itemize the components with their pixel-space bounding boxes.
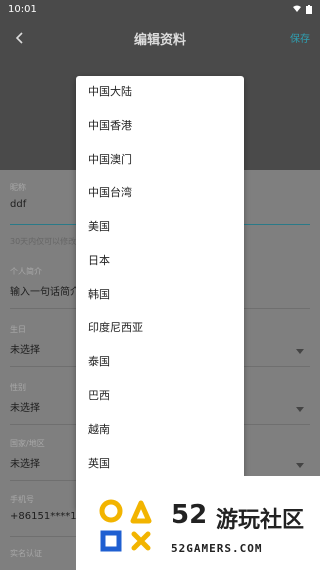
- dropdown-option[interactable]: 巴西: [88, 387, 110, 403]
- watermark-domain: 52GAMERS.COM: [171, 542, 263, 555]
- page-title: 编辑资料: [133, 32, 186, 48]
- app-header: 编辑资料 保存: [0, 18, 320, 58]
- dropdown-option[interactable]: 中国大陆: [88, 83, 132, 99]
- dropdown-option[interactable]: 泰国: [88, 353, 110, 369]
- dropdown-option[interactable]: 中国澳门: [88, 151, 132, 167]
- status-bar: 10:01: [0, 0, 320, 18]
- save-button[interactable]: 保存: [290, 30, 310, 45]
- brand-watermark: 52 游玩社区 52GAMERS.COM: [76, 476, 320, 570]
- status-time: 10:01: [8, 3, 37, 15]
- dropdown-option[interactable]: 越南: [88, 421, 110, 437]
- dropdown-option[interactable]: 美国: [88, 218, 110, 234]
- region-dropdown: 中国大陆 中国香港 中国澳门 中国台湾 美国 日本 韩国 印度尼西亚 泰国 巴西…: [76, 76, 244, 510]
- watermark-number: 52: [171, 500, 208, 530]
- watermark-text: 游玩社区: [216, 508, 305, 533]
- dropdown-option[interactable]: 中国台湾: [88, 184, 132, 200]
- wifi-icon: [293, 5, 301, 12]
- battery-icon: [306, 4, 312, 14]
- dropdown-option[interactable]: 韩国: [88, 286, 110, 302]
- chevron-down-icon[interactable]: [296, 407, 304, 412]
- chevron-down-icon[interactable]: [296, 349, 304, 354]
- back-arrow-icon: [15, 32, 23, 44]
- brand-logo-icon: [99, 499, 152, 552]
- dropdown-option[interactable]: 中国香港: [88, 117, 132, 133]
- chevron-down-icon[interactable]: [296, 463, 304, 468]
- dropdown-option[interactable]: 印度尼西亚: [88, 319, 143, 335]
- system-icons: [292, 4, 312, 14]
- dropdown-option[interactable]: 日本: [88, 252, 110, 268]
- dropdown-option[interactable]: 英国: [88, 455, 110, 471]
- back-button[interactable]: [8, 26, 32, 50]
